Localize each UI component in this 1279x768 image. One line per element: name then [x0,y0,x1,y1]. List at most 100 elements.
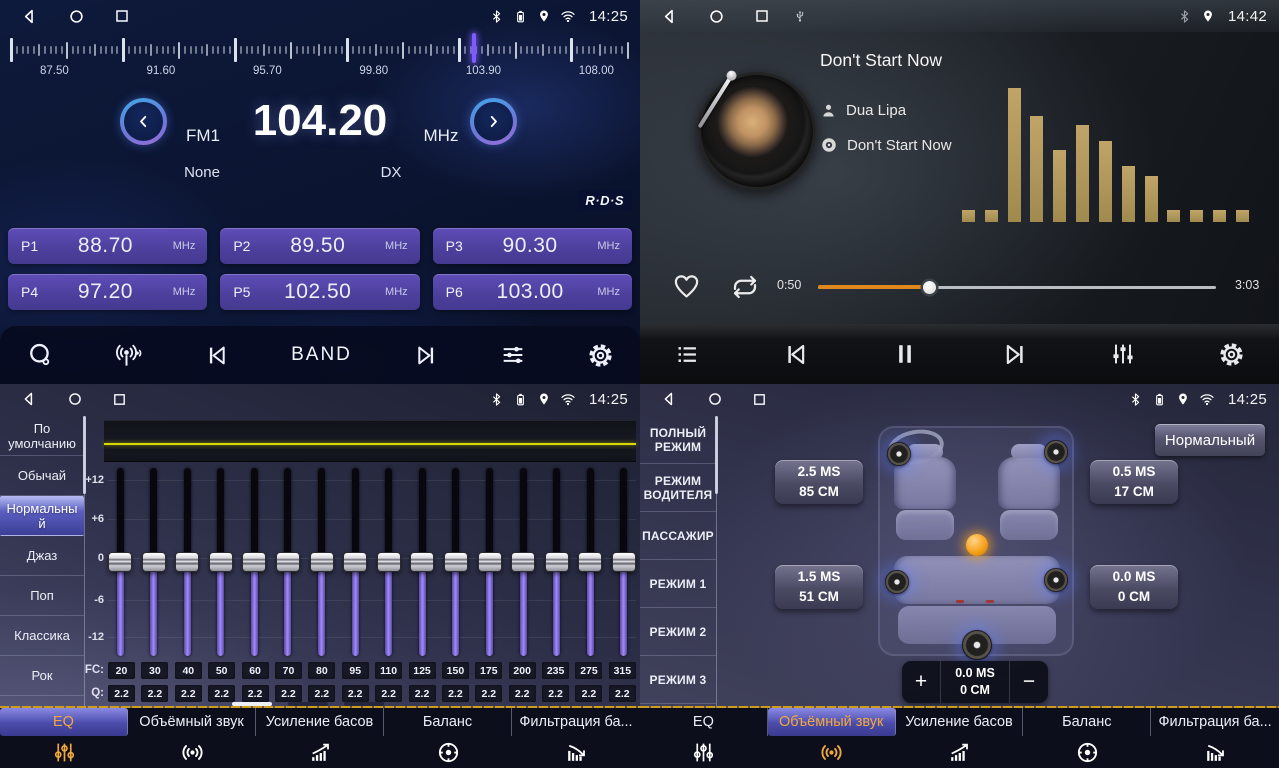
eq-band-slider[interactable] [578,464,602,660]
rear-left-speaker-icon[interactable] [885,570,909,594]
slider-thumb[interactable] [310,552,334,572]
slider-thumb[interactable] [444,552,468,572]
tab-bass-boost[interactable]: Усиление басов [896,708,1024,768]
nav-home-button[interactable] [707,391,723,407]
eq-band-slider[interactable] [377,464,401,660]
rear-right-speaker-icon[interactable] [1044,568,1068,592]
mode-item[interactable]: ПОЛНЫЙ РЕЖИМ [640,416,716,464]
tab-bass-boost[interactable]: Усиление басов [256,708,384,768]
eq-band-slider[interactable] [209,464,233,660]
slider-thumb[interactable] [209,552,233,572]
increase-delay-button[interactable]: + [902,661,940,703]
tab-balance[interactable]: Баланс [384,708,512,768]
slider-thumb[interactable] [108,552,132,572]
eq-band-slider[interactable] [310,464,334,660]
tune-up-button[interactable] [470,98,517,145]
slider-thumb[interactable] [578,552,602,572]
subwoofer-speaker-icon[interactable] [962,630,992,660]
nav-recents-button[interactable] [754,8,770,24]
nav-back-button[interactable] [20,7,39,26]
nav-home-button[interactable] [67,391,83,407]
mode-item[interactable]: РЕЖИМ 1 [640,560,716,608]
slider-thumb[interactable] [175,552,199,572]
eq-band-slider[interactable] [444,464,468,660]
band-button[interactable]: BAND [291,344,352,366]
tune-down-button[interactable] [120,98,167,145]
slider-thumb[interactable] [545,552,569,572]
nav-back-button[interactable] [660,7,679,26]
slider-thumb[interactable] [511,552,535,572]
preset-button-p4[interactable]: P4 97.20 MHz [8,274,207,310]
settings-button[interactable] [1218,341,1245,368]
seek-bar-thumb[interactable] [923,281,936,294]
previous-track-button[interactable] [782,340,811,369]
eq-band-slider[interactable] [242,464,266,660]
eq-band-slider[interactable] [410,464,434,660]
seek-next-button[interactable] [412,342,439,369]
tab-eq[interactable]: EQ [640,708,768,768]
favorite-button[interactable] [672,272,701,301]
tab-surround[interactable]: Объёмный звук [128,708,256,768]
nav-recents-button[interactable] [752,392,767,407]
tab-surround[interactable]: Объёмный звук [768,708,896,768]
slider-thumb[interactable] [343,552,367,572]
repeat-button[interactable] [730,272,760,302]
preset-button-p6[interactable]: P6 103.00 MHz [433,274,632,310]
mode-item[interactable]: РЕЖИМ 3 [640,656,716,704]
slider-thumb[interactable] [142,552,166,572]
slider-thumb[interactable] [377,552,401,572]
next-track-button[interactable] [1000,340,1029,369]
tab-filter[interactable]: Фильтрация ба... [512,708,640,768]
nav-back-button[interactable] [660,390,678,408]
tab-filter[interactable]: Фильтрация ба... [1151,708,1279,768]
front-right-delay-button[interactable]: 0.5 MS 17 CM [1090,460,1178,504]
decrease-delay-button[interactable]: − [1010,661,1048,703]
tab-balance[interactable]: Баланс [1023,708,1151,768]
eq-band-slider[interactable] [175,464,199,660]
slider-thumb[interactable] [478,552,502,572]
seek-previous-button[interactable] [204,342,231,369]
eq-preset-item[interactable]: Обычай [0,456,84,496]
slider-thumb[interactable] [276,552,300,572]
preset-button-p3[interactable]: P3 90.30 MHz [433,228,632,264]
preset-button-p5[interactable]: P5 102.50 MHz [220,274,419,310]
rear-right-delay-button[interactable]: 0.0 MS 0 CM [1090,565,1178,609]
mode-item[interactable]: РЕЖИМ ВОДИТЕЛЯ [640,464,716,512]
eq-band-slider[interactable] [142,464,166,660]
slider-thumb[interactable] [612,552,636,572]
eq-band-slider[interactable] [343,464,367,660]
eq-band-slider[interactable] [511,464,535,660]
eq-band-slider[interactable] [276,464,300,660]
eq-preset-item[interactable]: Поп [0,576,84,616]
eq-band-slider[interactable] [478,464,502,660]
nav-recents-button[interactable] [112,392,127,407]
frequency-scale[interactable] [10,36,630,64]
preset-button-p1[interactable]: P1 88.70 MHz [8,228,207,264]
equalizer-button[interactable] [1109,340,1137,368]
eq-band-slider[interactable] [545,464,569,660]
nav-recents-button[interactable] [114,8,130,24]
settings-button[interactable] [587,342,614,369]
tab-eq[interactable]: EQ [0,708,128,768]
nav-home-button[interactable] [68,8,85,25]
nav-home-button[interactable] [708,8,725,25]
playlist-button[interactable] [674,341,701,368]
front-left-delay-button[interactable]: 2.5 MS 85 CM [775,460,863,504]
front-right-speaker-icon[interactable] [1044,440,1068,464]
front-left-speaker-icon[interactable] [887,442,911,466]
mode-item[interactable]: РЕЖИМ 2 [640,608,716,656]
pause-button[interactable] [891,340,919,368]
seek-bar[interactable] [818,286,1216,289]
eq-preset-item[interactable]: Нормальный [0,496,84,536]
preset-button-p2[interactable]: P2 89.50 MHz [220,228,419,264]
eq-preset-item[interactable]: Джаз [0,536,84,576]
eq-band-slider[interactable] [108,464,132,660]
mode-item[interactable]: ПАССАЖИР [640,512,716,560]
audio-settings-button[interactable] [499,341,527,369]
eq-preset-shortcut-button[interactable]: Нормальный [1155,424,1265,456]
eq-band-slider[interactable] [612,464,636,660]
eq-preset-item[interactable]: По умолчанию [0,416,84,456]
rear-left-delay-button[interactable]: 1.5 MS 51 CM [775,565,863,609]
eq-preset-item[interactable]: Рок [0,656,84,696]
eq-preset-item[interactable]: Классика [0,616,84,656]
